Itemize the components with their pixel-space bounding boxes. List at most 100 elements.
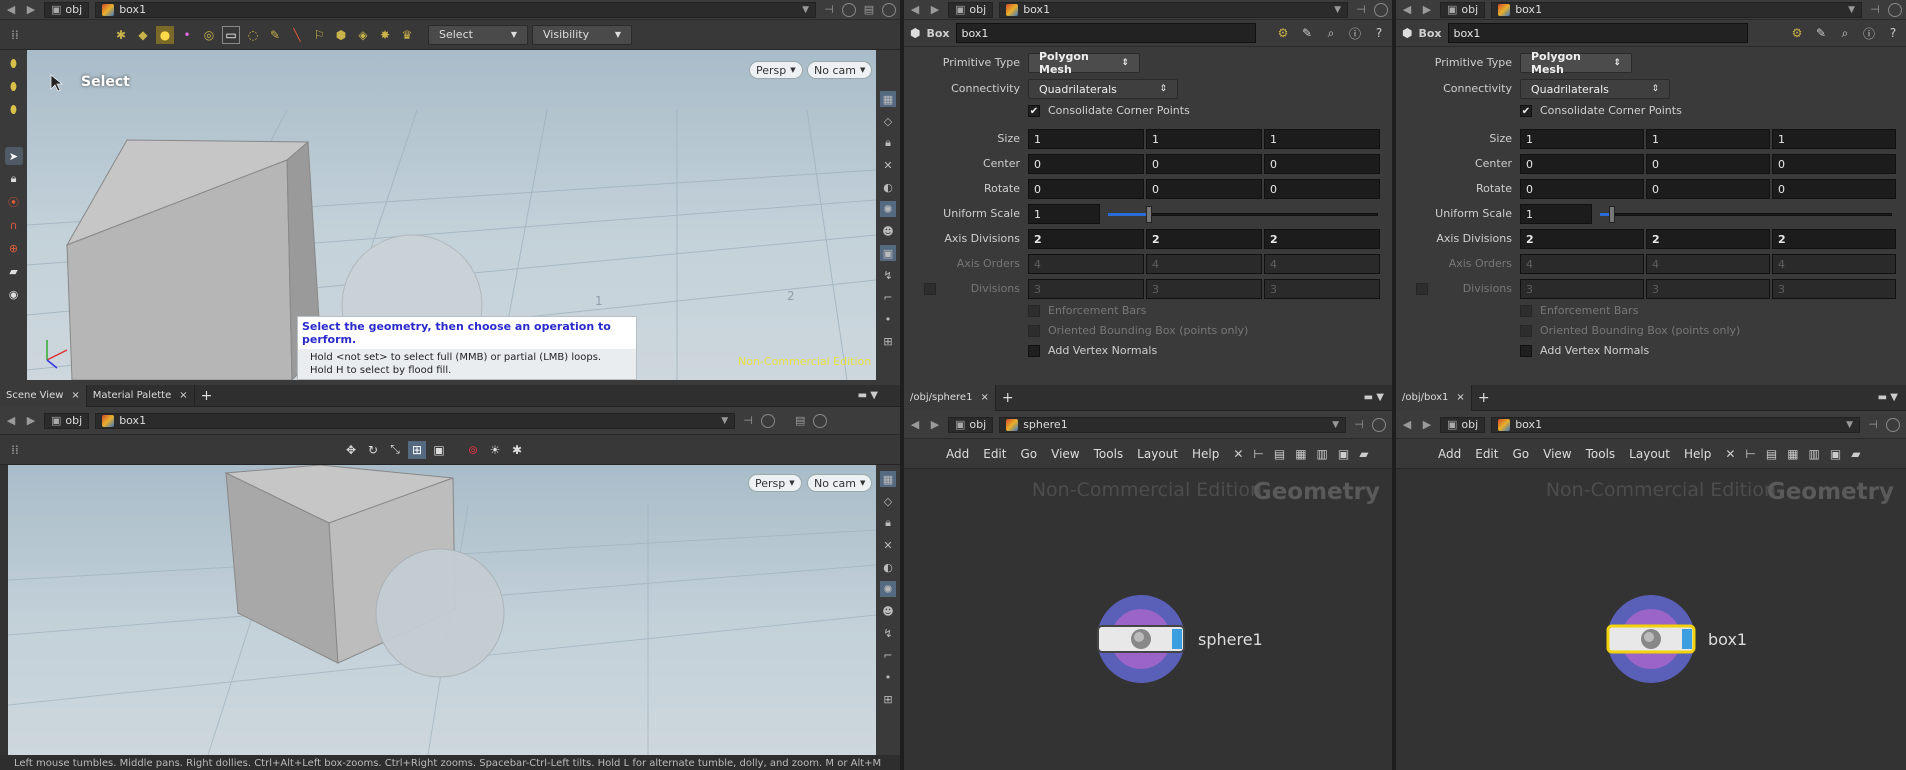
size-field-x[interactable]: 1: [1028, 129, 1144, 149]
display-icon[interactable]: ▤: [862, 3, 876, 16]
wireframe-icon[interactable]: ◇: [880, 113, 896, 129]
guide-icon[interactable]: ↯: [880, 625, 896, 641]
rotate-tool-icon[interactable]: ↻: [364, 441, 382, 459]
uniform-scale-field[interactable]: 1: [1028, 204, 1100, 224]
scene-icon[interactable]: ⊞: [880, 691, 896, 707]
pin-icon[interactable]: ⊣: [741, 414, 755, 427]
edges-mode-icon[interactable]: •: [178, 26, 196, 44]
pin-icon[interactable]: ⊣: [1354, 3, 1368, 16]
path-root[interactable]: ▣ obj: [44, 1, 90, 18]
light-icon[interactable]: ☀: [486, 441, 504, 459]
path-node[interactable]: box1 ▼: [95, 412, 736, 429]
axis-divisions-field-y[interactable]: 2: [1146, 229, 1262, 249]
list-icon[interactable]: ▤: [1766, 447, 1777, 461]
forward-arrow-icon[interactable]: ▶: [24, 3, 38, 16]
back-arrow-icon[interactable]: ◀: [908, 3, 922, 16]
rotate-field-x[interactable]: 0: [1520, 179, 1644, 199]
net-tab[interactable]: /obj/box1 ×: [1396, 384, 1472, 411]
menu-tools[interactable]: Tools: [1586, 447, 1616, 461]
gear-icon[interactable]: ⚙: [1788, 24, 1806, 42]
pane-menu-icon[interactable]: ▬ ▼: [858, 390, 878, 401]
display-icon[interactable]: ▤: [793, 414, 807, 427]
persp-menu[interactable]: Persp ▼: [748, 474, 802, 492]
forward-arrow-icon[interactable]: ▶: [1420, 3, 1434, 16]
axis-divisions-field-y[interactable]: 2: [1646, 229, 1770, 249]
select-dropdown[interactable]: Select ▼: [428, 24, 528, 45]
link-icon[interactable]: [761, 413, 776, 428]
center-field-z[interactable]: 0: [1264, 154, 1380, 174]
back-arrow-icon[interactable]: ◀: [908, 418, 922, 431]
pin-icon[interactable]: ⊣: [1868, 3, 1882, 16]
lighting-icon[interactable]: ✺: [880, 201, 896, 217]
menu-add[interactable]: Add: [1438, 447, 1461, 461]
menu-layout[interactable]: Layout: [1137, 447, 1178, 461]
grid-menu-icon[interactable]: ⁞⁞: [6, 441, 24, 459]
rotate-field-z[interactable]: 0: [1772, 179, 1896, 199]
geo-node[interactable]: box1: [1606, 594, 1747, 684]
path-node[interactable]: box1 ▼: [999, 1, 1348, 18]
record-icon[interactable]: ⊚: [464, 441, 482, 459]
path-root[interactable]: ▣ obj: [948, 1, 994, 18]
grid-icon[interactable]: ▥: [1809, 447, 1820, 461]
ghost-icon[interactable]: ✕: [880, 537, 896, 553]
shading-icon[interactable]: ◐: [880, 559, 896, 575]
size-field-z[interactable]: 1: [1264, 129, 1380, 149]
menu-layout[interactable]: Layout: [1629, 447, 1670, 461]
shading-icon[interactable]: ◐: [880, 179, 896, 195]
menu-edit[interactable]: Edit: [1475, 447, 1498, 461]
menu-view[interactable]: View: [1051, 447, 1079, 461]
slider-handle[interactable]: [1609, 206, 1615, 223]
tree-icon[interactable]: ⊢: [1253, 447, 1263, 461]
laser-select-icon[interactable]: ╲: [288, 26, 306, 44]
connectivity-menu[interactable]: Quadrilaterals ⇕: [1028, 79, 1178, 99]
viewport-bottom[interactable]: Persp ▼ No cam ▼: [8, 465, 876, 755]
center-field-z[interactable]: 0: [1772, 154, 1896, 174]
pose-tool-icon[interactable]: ⬮: [5, 101, 23, 119]
background-icon[interactable]: ☻: [880, 223, 896, 239]
back-arrow-icon[interactable]: ◀: [1400, 3, 1414, 16]
image-icon[interactable]: ▣: [1830, 447, 1841, 461]
add-vertex-normals-checkbox[interactable]: [1028, 345, 1040, 357]
net-tab[interactable]: /obj/sphere1 ×: [904, 384, 996, 411]
image-icon[interactable]: ▣: [1338, 447, 1349, 461]
rotate-field-y[interactable]: 0: [1646, 179, 1770, 199]
pane-menu-icon[interactable]: ▬ ▼: [1878, 392, 1898, 403]
path-root[interactable]: ▣ obj: [44, 412, 90, 429]
menu-go[interactable]: Go: [1020, 447, 1037, 461]
sphere-geometry[interactable]: [375, 548, 505, 678]
gear-icon[interactable]: ⚙: [1274, 24, 1292, 42]
handle-tool-icon[interactable]: ⬮: [5, 55, 23, 73]
uniform-scale-slider[interactable]: [1600, 213, 1892, 216]
brush-icon[interactable]: ✎: [1298, 24, 1316, 42]
connectivity-menu[interactable]: Quadrilaterals ⇕: [1520, 79, 1670, 99]
menu-edit[interactable]: Edit: [983, 447, 1006, 461]
close-icon[interactable]: ×: [179, 390, 187, 401]
tree-icon[interactable]: ⊢: [1745, 447, 1755, 461]
consolidate-corner-points-checkbox[interactable]: ✔: [1028, 105, 1040, 117]
paint-select-icon[interactable]: ✎: [266, 26, 284, 44]
path-node[interactable]: box1 ▼: [95, 1, 816, 18]
camera-icon[interactable]: ▰: [5, 262, 23, 280]
settings-icon[interactable]: ✱: [508, 441, 526, 459]
select-tool-icon[interactable]: ➤: [4, 147, 23, 165]
view-tool-icon[interactable]: ⬮: [5, 78, 23, 96]
path-root[interactable]: ▣ obj: [1440, 416, 1486, 433]
size-field-x[interactable]: 1: [1520, 129, 1644, 149]
select-groups-icon[interactable]: ⚐: [310, 26, 328, 44]
center-field-y[interactable]: 0: [1146, 154, 1262, 174]
info-icon[interactable]: ⓘ: [1860, 24, 1878, 42]
path-node[interactable]: box1 ▼: [1491, 1, 1862, 18]
center-field-x[interactable]: 0: [1520, 154, 1644, 174]
center-field-x[interactable]: 0: [1028, 154, 1144, 174]
dot-icon[interactable]: •: [880, 669, 896, 685]
menu-tools[interactable]: Tools: [1094, 447, 1124, 461]
axis-divisions-field-x[interactable]: 2: [1028, 229, 1144, 249]
move-tool-icon[interactable]: ✥: [342, 441, 360, 459]
pane-menu-icon[interactable]: ▬ ▼: [1364, 392, 1384, 403]
axis-divisions-field-x[interactable]: 2: [1520, 229, 1644, 249]
tab-scene-view[interactable]: Scene View ×: [0, 384, 87, 407]
lock-icon[interactable]: 🔒︎: [5, 170, 23, 188]
frame-icon[interactable]: ▣: [430, 441, 448, 459]
add-tab-button[interactable]: +: [1472, 387, 1496, 409]
search-icon[interactable]: ⌕: [1836, 24, 1854, 42]
